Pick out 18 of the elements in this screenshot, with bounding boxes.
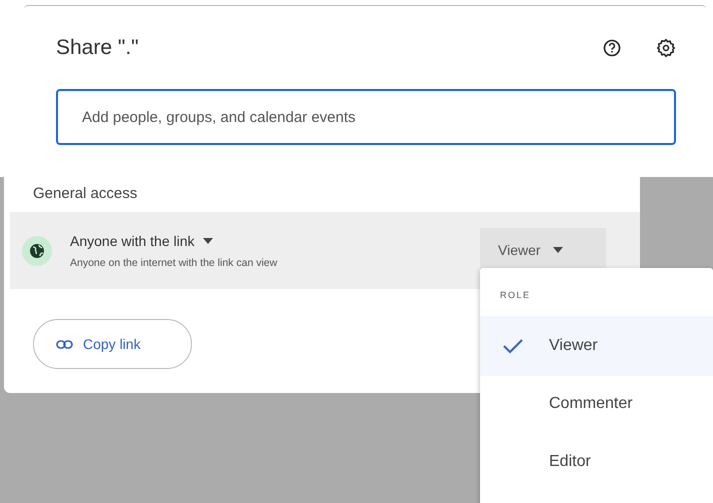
copy-link-button[interactable]: Copy link: [33, 319, 192, 369]
role-dropdown[interactable]: Viewer: [480, 228, 606, 272]
role-option[interactable]: Commenter: [480, 374, 713, 434]
access-scope-dropdown[interactable]: Anyone with the link: [70, 232, 278, 248]
checkmark-icon: [502, 338, 524, 354]
access-description: Anyone on the internet with the link can view: [70, 256, 278, 268]
caret-icon: [202, 238, 213, 244]
help-icon[interactable]: [603, 39, 621, 57]
menu-heading: ROLE: [500, 290, 531, 300]
section-heading: General access: [33, 185, 138, 202]
link-icon: [56, 340, 73, 348]
globe-icon: [22, 236, 52, 266]
add-people-field[interactable]: Add people, groups, and calendar events: [56, 89, 676, 145]
dialog-title: Share ".": [56, 36, 139, 60]
role-option[interactable]: Viewer: [480, 316, 713, 376]
caret-icon: [552, 247, 563, 253]
role-option[interactable]: Editor: [480, 432, 713, 492]
settings-icon[interactable]: [656, 38, 676, 58]
